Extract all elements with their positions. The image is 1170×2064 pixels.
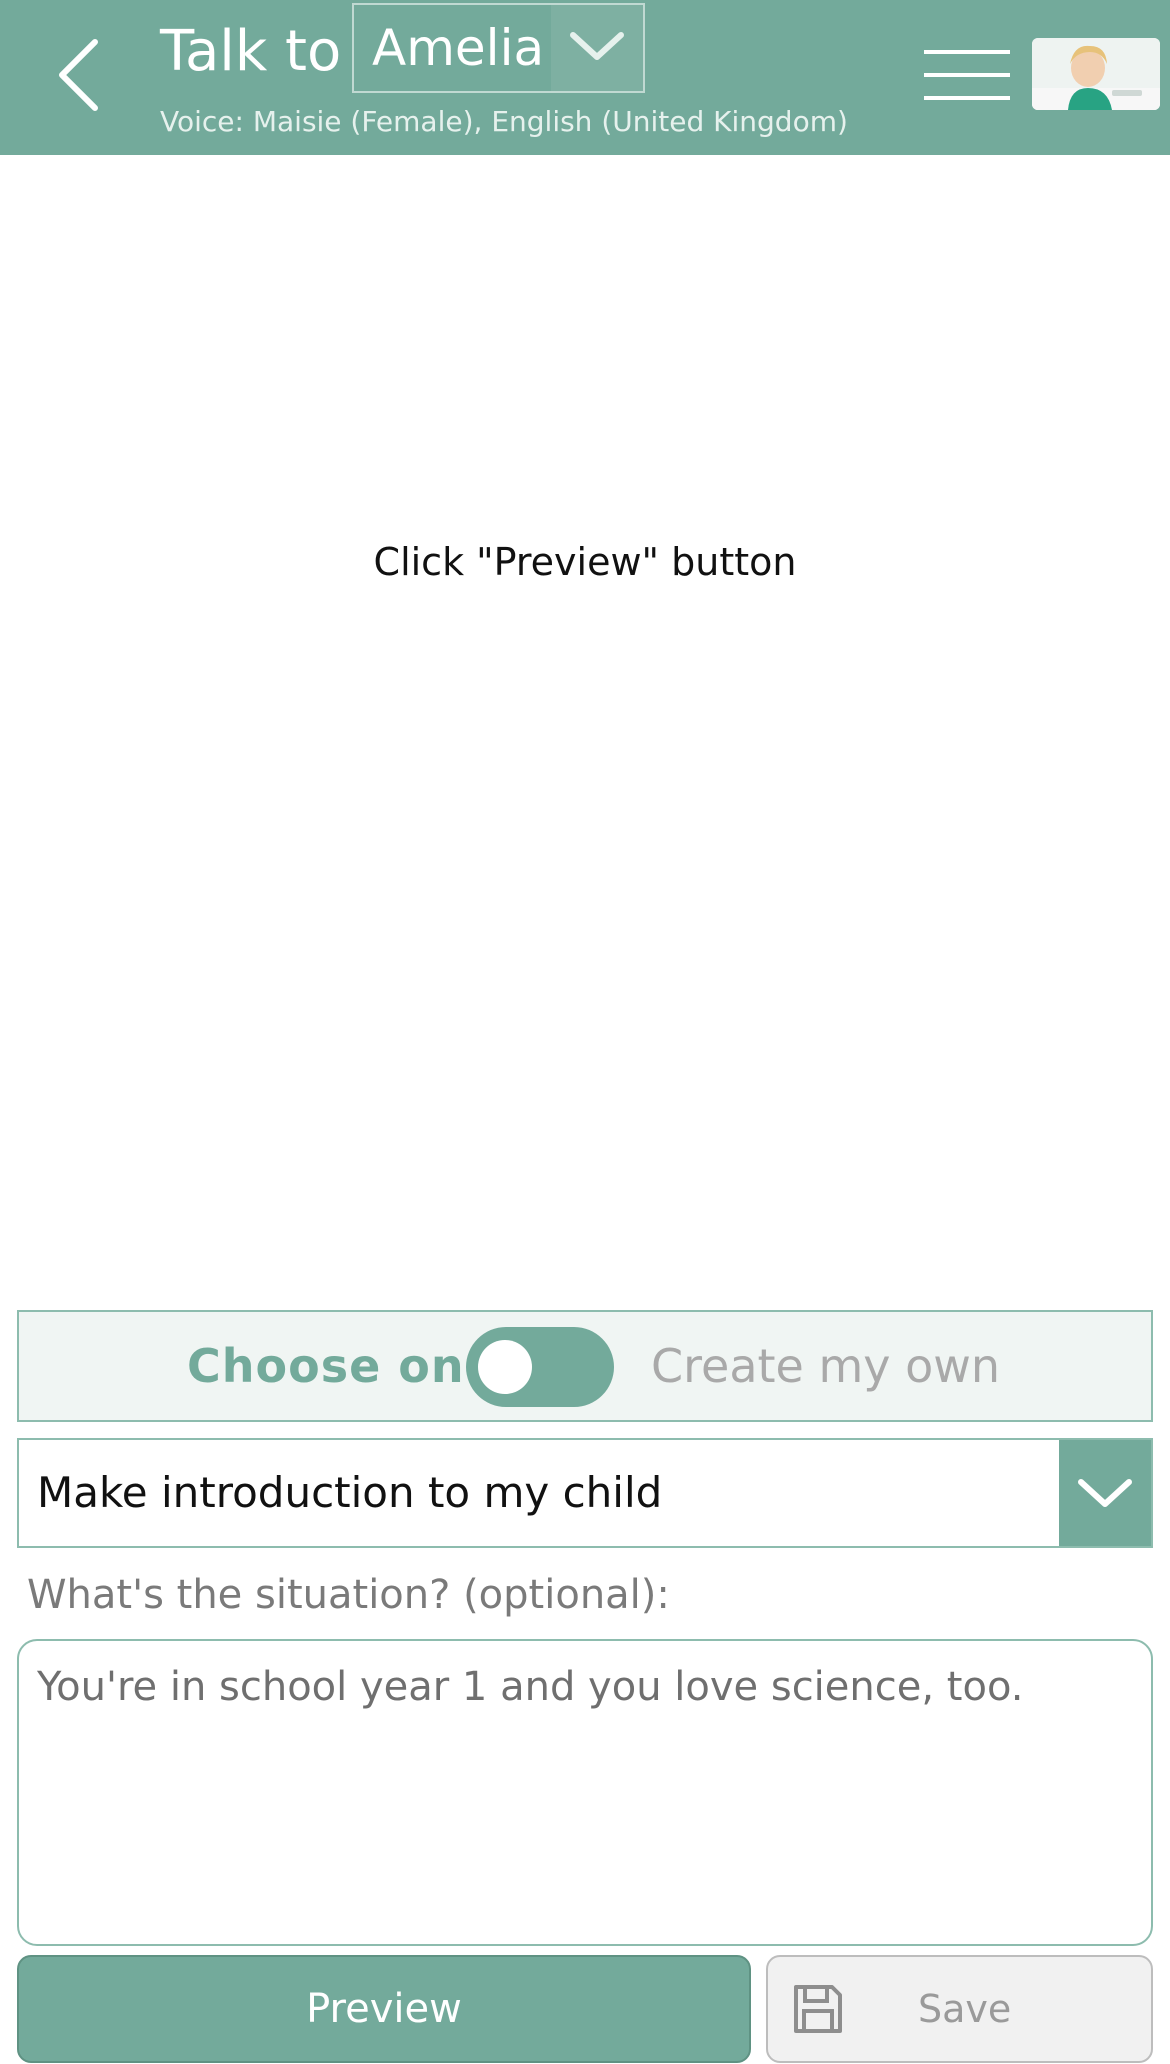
save-button-label: Save: [918, 1987, 1012, 2031]
preview-placeholder-message: Click "Preview" button: [373, 540, 797, 584]
mode-toggle-switch[interactable]: [466, 1327, 614, 1407]
mode-choose-one-label[interactable]: Choose one: [187, 1312, 497, 1420]
app-header: Talk to Amelia Voice: Maisie (Female), E…: [0, 0, 1170, 155]
topic-select[interactable]: Make introduction to my child: [17, 1438, 1153, 1548]
preview-button-label: Preview: [306, 1986, 462, 2032]
back-chevron-icon[interactable]: [50, 30, 120, 120]
avatar[interactable]: [1032, 38, 1160, 110]
voice-info: Voice: Maisie (Female), English (United …: [160, 105, 848, 138]
chevron-down-icon: [1078, 1479, 1132, 1507]
topic-selected-value: Make introduction to my child: [37, 1468, 663, 1517]
agent-dropdown-toggle[interactable]: [551, 5, 643, 91]
mode-selector: Choose one Create my own: [17, 1310, 1153, 1422]
mode-create-my-own-label[interactable]: Create my own: [651, 1312, 1000, 1420]
floppy-disk-icon: [794, 1985, 842, 2033]
header-title: Talk to: [160, 19, 342, 84]
child-photo-avatar-icon: [1032, 38, 1160, 110]
agent-select[interactable]: Amelia: [352, 3, 645, 93]
situation-text: You're in school year 1 and you love sci…: [37, 1664, 1024, 1710]
topic-dropdown-toggle[interactable]: [1059, 1440, 1151, 1546]
hamburger-menu-icon[interactable]: [920, 42, 1014, 108]
preview-button[interactable]: Preview: [17, 1955, 751, 2063]
chevron-down-icon: [570, 32, 624, 60]
agent-name: Amelia: [372, 19, 545, 77]
situation-label: What's the situation? (optional):: [27, 1572, 670, 1618]
toggle-knob: [478, 1340, 532, 1394]
save-button[interactable]: Save: [766, 1955, 1153, 2063]
situation-textarea[interactable]: You're in school year 1 and you love sci…: [17, 1639, 1153, 1946]
